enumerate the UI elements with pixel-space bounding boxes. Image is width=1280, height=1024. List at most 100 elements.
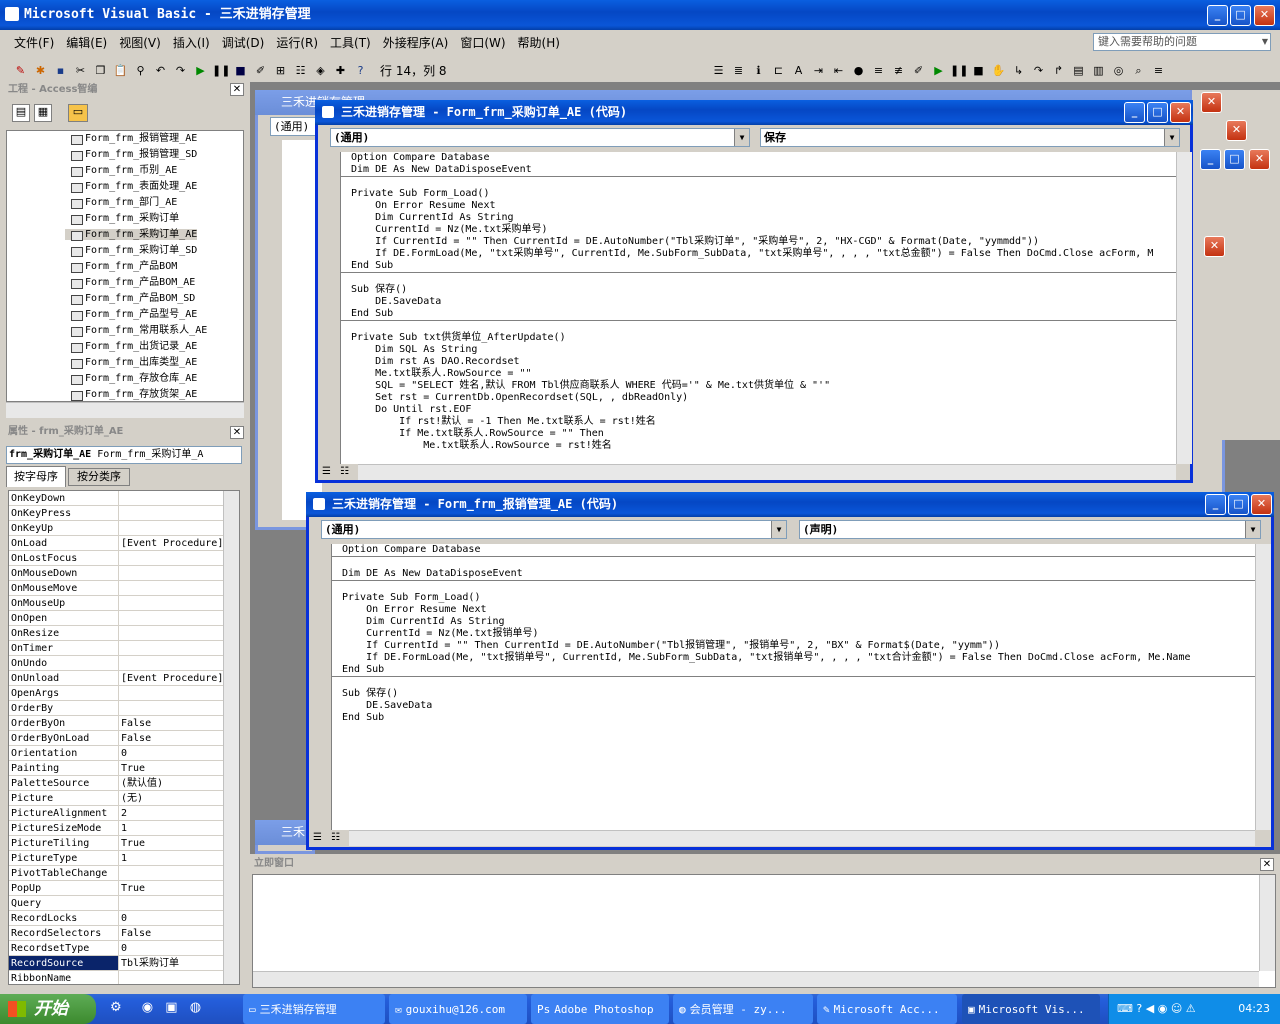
property-row[interactable]: OnKeyPress — [9, 506, 225, 521]
code-window-purchase[interactable]: 三禾进销存管理 - Form_frm_采购订单_AE (代码) _ □ ✕ (通… — [315, 100, 1193, 483]
chevron-down-icon[interactable]: ▼ — [1164, 129, 1179, 146]
keyboard-icon[interactable]: ⌨ — [1117, 1002, 1133, 1015]
list-properties-icon[interactable]: ☰ — [710, 62, 727, 79]
property-value[interactable]: 1 — [119, 851, 225, 865]
minimize-button[interactable]: _ — [1207, 5, 1228, 26]
tree-item[interactable]: Form_frm_常用联系人_AE — [7, 323, 243, 339]
property-row[interactable]: RecordSource Tbl采购订单 — [9, 956, 225, 971]
property-value[interactable]: 0 — [119, 911, 225, 925]
toolbox-icon[interactable]: ✚ — [332, 62, 349, 79]
menu-addins[interactable]: 外接程序(A) — [377, 32, 455, 54]
chevron-down-icon[interactable]: ▼ — [1245, 521, 1260, 538]
code-line[interactable]: Dim rst As DAO.Recordset — [341, 356, 1176, 368]
property-row[interactable]: OnUnload [Event Procedure] — [9, 671, 225, 686]
code1-hscroll[interactable] — [358, 464, 1176, 480]
break-icon-2[interactable]: ❚❚ — [950, 62, 968, 79]
property-value[interactable] — [119, 551, 225, 565]
property-row[interactable]: RecordLocks 0 — [9, 911, 225, 926]
property-row[interactable]: PopUp True — [9, 881, 225, 896]
code-line[interactable]: If CurrentId = "" Then CurrentId = DE.Au… — [341, 236, 1176, 248]
clock[interactable]: 04:23 — [1238, 994, 1270, 1024]
main-titlebar[interactable]: Microsoft Visual Basic - 三禾进销存管理 — [0, 0, 1280, 30]
project-hscroll[interactable] — [6, 402, 244, 418]
immediate-vscroll[interactable] — [1259, 875, 1275, 971]
code2-vscroll[interactable] — [1255, 544, 1271, 830]
tree-item-selected[interactable]: Form_frm_采购订单_AE — [7, 227, 243, 243]
watch-icon[interactable]: ◎ — [1110, 62, 1127, 79]
tree-item[interactable]: Form_frm_币别_AE — [7, 163, 243, 179]
chevron-down-icon[interactable]: ▼ — [771, 521, 786, 538]
property-value[interactable] — [119, 686, 225, 700]
step-into-icon[interactable]: ↳ — [1010, 62, 1027, 79]
code-line[interactable]: If Me.txt联系人.RowSource = "" Then — [341, 428, 1176, 440]
code-line[interactable]: Option Compare Database — [332, 544, 1257, 556]
properties-object-combo[interactable]: frm_采购订单_AE Form_frm_采购订单_A — [6, 446, 242, 464]
locals-icon[interactable]: ▤ — [1070, 62, 1087, 79]
step-over-icon[interactable]: ↷ — [1030, 62, 1047, 79]
property-row[interactable]: OrderByOnLoad False — [9, 731, 225, 746]
code-line[interactable]: CurrentId = Nz(Me.txt报销单号) — [332, 628, 1257, 640]
code-line[interactable]: If DE.FormLoad(Me, "txt报销单号", CurrentId,… — [332, 652, 1257, 664]
view-object-icon[interactable]: ▦ — [34, 104, 52, 122]
tree-item[interactable]: Form_frm_表面处理_AE — [7, 179, 243, 195]
code-line[interactable]: If CurrentId = "" Then CurrentId = DE.Au… — [332, 640, 1257, 652]
tree-item[interactable]: Form_frm_出库类型_AE — [7, 355, 243, 371]
code-editor-purchase[interactable]: Option Compare Database Dim DE As New Dat… — [340, 152, 1176, 464]
help-icon[interactable]: ? — [352, 62, 369, 79]
property-row[interactable]: PictureTiling True — [9, 836, 225, 851]
menu-window[interactable]: 窗口(W) — [454, 32, 511, 54]
code-line[interactable]: If rst!默认 = -1 Then Me.txt联系人 = rst!姓名 — [341, 416, 1176, 428]
property-row[interactable]: PivotTableChange — [9, 866, 225, 881]
property-row[interactable]: PictureType 1 — [9, 851, 225, 866]
maximize-button[interactable]: □ — [1230, 5, 1251, 26]
code2-hscroll[interactable] — [349, 830, 1255, 846]
property-value[interactable] — [119, 521, 225, 535]
taskbar-item-access[interactable]: ✎ Microsoft Acc... — [817, 994, 957, 1024]
property-row[interactable]: OnMouseMove — [9, 581, 225, 596]
tree-item[interactable]: Form_frm_产品型号_AE — [7, 307, 243, 323]
property-row[interactable]: RecordsetType 0 — [9, 941, 225, 956]
code-line[interactable]: DE.SaveData — [332, 700, 1257, 712]
bg-close-icon-3[interactable]: ✕ — [1249, 149, 1270, 170]
code1-vscroll[interactable] — [1176, 152, 1192, 464]
immediate-close-icon[interactable]: ✕ — [1260, 858, 1274, 871]
code-line[interactable]: On Error Resume Next — [341, 200, 1176, 212]
desktop-icon[interactable]: ⚙ — [110, 1000, 122, 1015]
property-row[interactable]: OnOpen — [9, 611, 225, 626]
design-mode-icon-2[interactable]: ✐ — [910, 62, 927, 79]
taskbar-item-mail[interactable]: ✉ gouxihu@126.com — [389, 994, 527, 1024]
comment-block-icon[interactable]: ≡ — [870, 62, 887, 79]
code-line[interactable]: Dim DE As New DataDisposeEvent — [332, 568, 1257, 580]
property-value[interactable] — [119, 566, 225, 580]
object-combo-2[interactable]: (通用) ▼ — [321, 520, 787, 539]
code-window-expense-maximize[interactable]: □ — [1228, 494, 1249, 515]
code-line[interactable]: SQL = "SELECT 姓名,默认 FROM Tbl供应商联系人 WHERE… — [341, 380, 1176, 392]
reset-icon-2[interactable]: ■ — [970, 62, 987, 79]
bg-close-icon[interactable]: ✕ — [1201, 92, 1222, 113]
chevron-down-icon[interactable]: ▼ — [734, 129, 749, 146]
network-icon[interactable]: ◉ — [1158, 1002, 1168, 1015]
code-line[interactable]: Me.txt联系人.RowSource = rst!姓名 — [341, 440, 1176, 452]
tree-item[interactable]: Form_frm_存放货架_AE — [7, 387, 243, 401]
start-button[interactable]: 开始 — [0, 994, 96, 1024]
tree-item[interactable]: Form_frm_存放仓库_AE — [7, 371, 243, 387]
property-row[interactable]: OnMouseDown — [9, 566, 225, 581]
tree-item[interactable]: Form_frm_采购订单 — [7, 211, 243, 227]
full-module-view-icon[interactable]: ☷ — [331, 832, 340, 843]
help-search-input[interactable]: 键入需要帮助的问题 ▼ — [1093, 33, 1271, 51]
property-value[interactable]: Tbl采购订单 — [119, 956, 225, 970]
code-line[interactable]: Dim CurrentId As String — [341, 212, 1176, 224]
tree-item[interactable]: Form_frm_产品BOM_AE — [7, 275, 243, 291]
outdent-icon[interactable]: ⇤ — [830, 62, 847, 79]
close-button[interactable]: ✕ — [1254, 5, 1275, 26]
property-value[interactable]: 2 — [119, 806, 225, 820]
code-window-purchase-minimize[interactable]: _ — [1124, 102, 1145, 123]
save-icon[interactable]: ▪ — [52, 62, 69, 79]
access-view-icon[interactable]: ✎ — [12, 62, 29, 79]
bg-close-icon-4[interactable]: ✕ — [1204, 236, 1225, 257]
property-value[interactable] — [119, 866, 225, 880]
property-row[interactable]: PictureAlignment 2 — [9, 806, 225, 821]
tab-categorized[interactable]: 按分类序 — [68, 468, 130, 486]
code-line[interactable]: Dim SQL As String — [341, 344, 1176, 356]
menu-edit[interactable]: 编辑(E) — [60, 32, 113, 54]
